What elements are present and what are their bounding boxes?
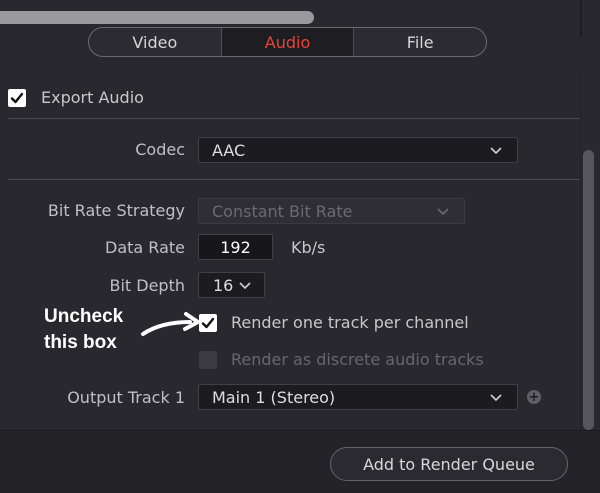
annotation-text: Uncheck this box: [44, 304, 123, 356]
render-one-track-checkbox[interactable]: [199, 314, 217, 332]
bit-rate-strategy-value: Constant Bit Rate: [212, 201, 353, 221]
tab-bar: Video Audio File: [88, 27, 487, 57]
chevron-down-icon: [490, 394, 502, 402]
plus-icon: +: [528, 389, 540, 405]
annotation-line-2: this box: [44, 332, 117, 353]
curved-arrow-icon: [141, 312, 200, 336]
export-audio-label: Export Audio: [41, 88, 144, 107]
tab-video[interactable]: Video: [89, 28, 222, 56]
bit-depth-value: 16: [213, 275, 234, 295]
tab-file[interactable]: File: [354, 28, 486, 56]
annotation-line-1: Uncheck: [44, 306, 124, 327]
output-track-dropdown[interactable]: Main 1 (Stereo): [198, 384, 518, 410]
checkmark-icon: [201, 317, 215, 329]
bit-rate-strategy-dropdown: Constant Bit Rate: [198, 198, 465, 224]
output-track-value: Main 1 (Stereo): [212, 387, 336, 407]
render-discrete-label: Render as discrete audio tracks: [231, 350, 484, 369]
data-rate-label: Data Rate: [105, 238, 185, 257]
codec-label: Codec: [135, 140, 185, 159]
data-rate-input[interactable]: 192: [198, 234, 273, 260]
render-one-track-label: Render one track per channel: [231, 313, 469, 332]
panel-border: [580, 70, 581, 430]
horizontal-scrollbar[interactable]: [0, 11, 314, 24]
add-to-render-queue-button[interactable]: Add to Render Queue: [330, 447, 568, 481]
panel-edge: [580, 0, 582, 36]
output-track-label: Output Track 1: [67, 388, 185, 407]
data-rate-unit: Kb/s: [291, 238, 326, 257]
codec-dropdown[interactable]: AAC: [198, 137, 518, 163]
chevron-down-icon: [437, 208, 449, 216]
tab-audio[interactable]: Audio: [221, 28, 355, 56]
checkmark-icon: [10, 92, 24, 104]
bit-rate-strategy-label: Bit Rate Strategy: [47, 201, 185, 220]
divider: [8, 118, 580, 119]
vertical-scrollbar[interactable]: [583, 150, 594, 430]
codec-value: AAC: [212, 140, 246, 160]
render-discrete-checkbox: [199, 351, 217, 369]
bit-depth-label: Bit Depth: [109, 276, 185, 295]
export-audio-checkbox[interactable]: [8, 89, 26, 107]
divider: [8, 179, 580, 180]
bit-depth-dropdown[interactable]: 16: [198, 272, 265, 298]
add-output-track-button[interactable]: +: [527, 390, 541, 404]
chevron-down-icon: [490, 147, 502, 155]
chevron-down-icon: [239, 282, 251, 290]
